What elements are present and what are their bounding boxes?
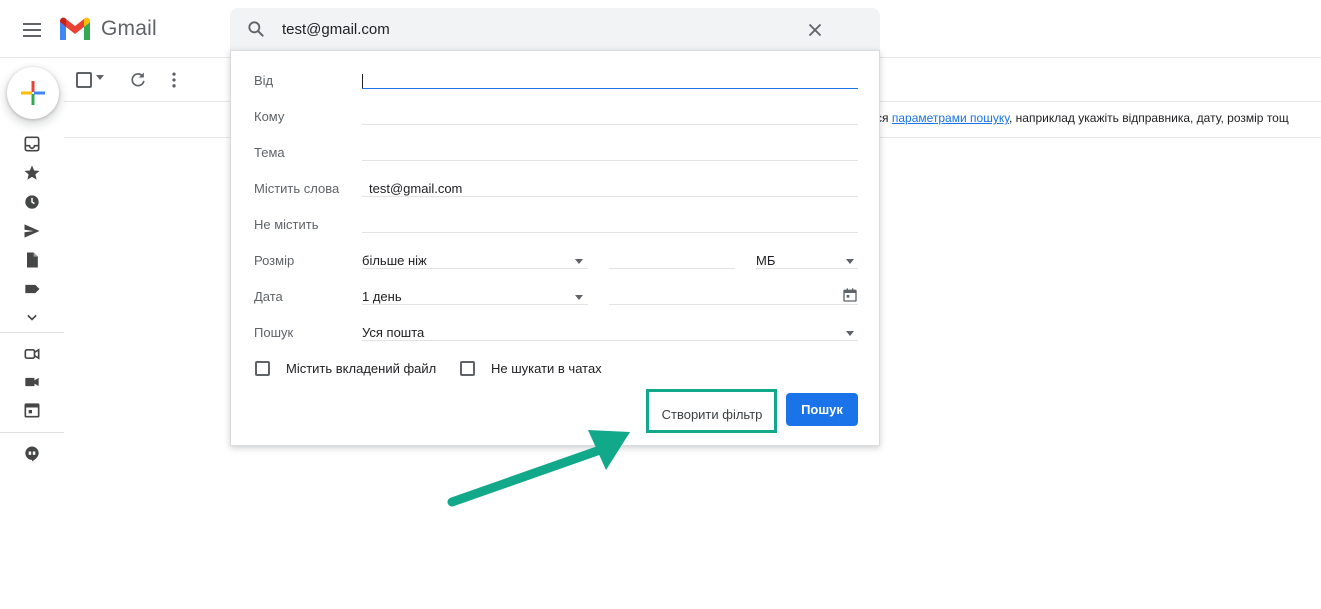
size-operator-underline [362,268,588,269]
select-all-checkbox[interactable] [76,72,92,88]
search-icon[interactable] [246,19,266,39]
subject-label: Тема [254,145,285,160]
refresh-icon[interactable] [128,70,148,90]
hangouts-icon[interactable] [22,444,42,464]
clock-icon[interactable] [22,192,42,212]
search-bar[interactable] [230,8,880,50]
has-words-input[interactable] [362,196,858,197]
more-options-icon[interactable] [164,70,184,90]
search-in-label: Пошук [254,325,294,340]
has-attachment-label[interactable]: Містить вкладений файл [286,361,436,376]
date-range-underline [362,304,588,305]
meet-new-icon[interactable] [22,344,42,364]
compose-plus-icon [21,81,45,105]
label-icon[interactable] [22,279,42,299]
date-label: Дата [254,289,283,304]
send-icon[interactable] [22,221,42,241]
search-button[interactable]: Пошук [786,393,858,426]
date-range-select[interactable]: 1 день [362,289,402,304]
star-icon[interactable] [22,163,42,183]
rail-divider [0,432,64,433]
clear-search-icon[interactable] [804,19,826,41]
date-input[interactable] [609,304,858,305]
highlight-annotation-box [646,389,777,433]
has-words-label: Містить слова [254,181,340,196]
inbox-icon[interactable] [22,134,42,154]
gmail-logo[interactable]: Gmail [58,15,157,43]
size-unit-caret-icon[interactable] [846,259,854,264]
calendar-icon[interactable] [22,400,42,420]
from-label: Від [254,73,274,88]
video-icon[interactable] [22,372,42,392]
size-operator-select[interactable]: більше ніж [362,253,427,268]
gmail-m-icon [60,17,90,40]
to-input[interactable] [362,124,858,125]
date-picker-icon[interactable] [842,287,858,303]
exclude-chats-checkbox[interactable] [460,361,475,376]
not-has-input[interactable] [362,232,858,233]
select-options-caret-icon[interactable] [96,75,104,80]
search-params-link[interactable]: параметрами пошуку [892,111,1009,125]
exclude-chats-label[interactable]: Не шукати в чатах [491,361,602,376]
search-in-underline [362,340,858,341]
text-cursor [362,74,363,88]
has-attachment-checkbox[interactable] [255,361,270,376]
size-label: Розмір [254,253,295,268]
file-icon[interactable] [22,250,42,270]
advanced-search-panel: Від Кому Тема Містить слова test@gmail.c… [230,50,880,446]
not-has-label: Не містить [254,217,319,232]
hamburger-icon [23,23,41,37]
has-words-value[interactable]: test@gmail.com [369,181,462,196]
search-input[interactable] [282,18,802,40]
main-menu-button[interactable] [16,14,48,46]
size-unit-select[interactable]: МБ [756,253,775,268]
to-label: Кому [254,109,285,124]
search-tip-text: ся параметрами пошуку, наприклад укажіть… [876,111,1289,125]
subject-input[interactable] [362,160,858,161]
annotation-arrow-icon [447,430,630,507]
size-unit-underline [756,268,858,269]
date-range-caret-icon[interactable] [575,295,583,300]
search-in-select[interactable]: Уся пошта [362,325,424,340]
rail-divider [0,332,64,333]
compose-button[interactable] [7,67,59,119]
app-name: Gmail [101,17,157,40]
search-in-caret-icon[interactable] [846,331,854,336]
size-value-input[interactable] [609,268,735,269]
from-input[interactable] [362,88,858,89]
search-tip-suffix: , наприклад укажіть відправника, дату, р… [1009,111,1289,125]
size-operator-caret-icon[interactable] [575,259,583,264]
chevron-down-icon[interactable] [22,307,42,327]
